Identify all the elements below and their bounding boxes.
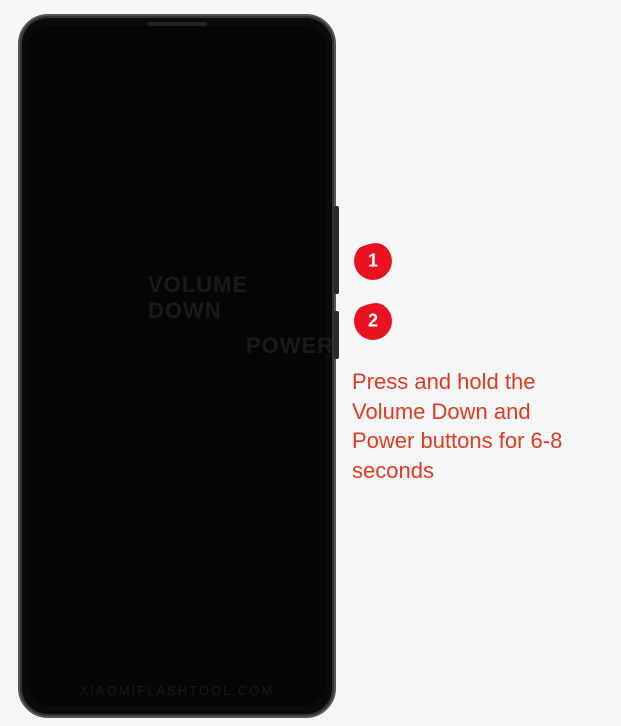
watermark-text: XIAOMIFLASHTOOL.COM — [80, 683, 275, 698]
marker-2: 2 — [352, 300, 394, 342]
volume-button-side — [334, 206, 339, 294]
phone-frame: VOLUME DOWN POWER XIAOMIFLASHTOOL.COM — [18, 14, 336, 718]
phone-screen: VOLUME DOWN POWER XIAOMIFLASHTOOL.COM — [28, 26, 326, 706]
volume-down-label: VOLUME DOWN — [148, 272, 326, 324]
power-label: POWER — [246, 333, 334, 359]
marker-2-number: 2 — [368, 311, 378, 332]
marker-1: 1 — [352, 240, 394, 282]
instruction-text: Press and hold the Volume Down and Power… — [352, 367, 582, 486]
marker-1-number: 1 — [368, 251, 378, 272]
power-button-side — [334, 311, 339, 359]
